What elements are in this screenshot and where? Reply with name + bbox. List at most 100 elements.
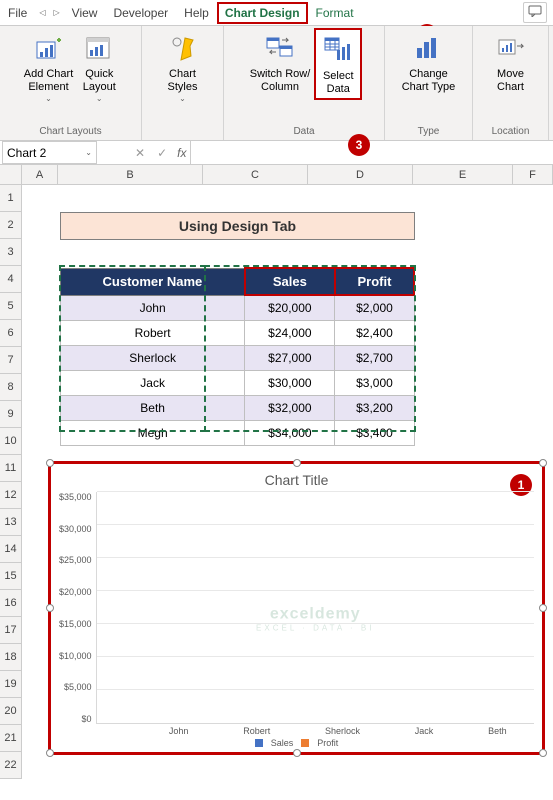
quick-layout-button[interactable]: Quick Layout⌄ bbox=[77, 28, 121, 106]
column-headers: A B C D E F bbox=[0, 165, 553, 185]
menu-view[interactable]: View bbox=[64, 2, 106, 24]
resize-handle[interactable] bbox=[293, 749, 301, 757]
menu-file[interactable]: File bbox=[0, 2, 35, 24]
chart-styles-button[interactable]: Chart Styles⌄ bbox=[161, 28, 205, 106]
select-data-button[interactable]: Select Data bbox=[314, 28, 362, 100]
ribbon-group-type: Change Chart Type Type bbox=[385, 26, 473, 140]
row-header[interactable]: 16 bbox=[0, 590, 22, 617]
row-header[interactable]: 11 bbox=[0, 455, 22, 482]
ribbon-group-label-location: Location bbox=[492, 124, 530, 140]
switch-row-column-button[interactable]: Switch Row/ Column bbox=[246, 28, 315, 96]
add-chart-element-button[interactable]: Add Chart Element⌄ bbox=[20, 28, 78, 106]
row-header[interactable]: 4 bbox=[0, 266, 22, 293]
x-axis-label: John bbox=[169, 726, 189, 736]
chart-y-axis: $35,000$30,000$25,000$20,000$15,000$10,0… bbox=[59, 492, 96, 738]
chart-title[interactable]: Chart Title bbox=[59, 472, 534, 488]
ribbon-group-location: Move Chart Location bbox=[473, 26, 549, 140]
ribbon: Add Chart Element⌄ Quick Layout⌄ Chart L… bbox=[0, 26, 553, 141]
row-header[interactable]: 3 bbox=[0, 239, 22, 266]
row-header[interactable]: 17 bbox=[0, 617, 22, 644]
resize-handle[interactable] bbox=[46, 604, 54, 612]
row-header[interactable]: 15 bbox=[0, 563, 22, 590]
menu-developer[interactable]: Developer bbox=[105, 2, 176, 24]
row-header[interactable]: 2 bbox=[0, 212, 22, 239]
move-chart-button[interactable]: Move Chart bbox=[489, 28, 533, 96]
row-header[interactable]: 20 bbox=[0, 698, 22, 725]
chart-legend[interactable]: Sales Profit bbox=[59, 738, 534, 748]
fx-label[interactable]: fx bbox=[173, 146, 190, 160]
row-header[interactable]: 13 bbox=[0, 509, 22, 536]
col-header-c[interactable]: C bbox=[203, 165, 308, 184]
select-all-corner[interactable] bbox=[0, 165, 22, 184]
menu-chart-design[interactable]: Chart Design bbox=[217, 2, 308, 24]
row-header[interactable]: 1 bbox=[0, 185, 22, 212]
chevron-down-icon: ⌄ bbox=[85, 148, 92, 157]
menu-right-chevron[interactable]: ▷ bbox=[50, 8, 64, 17]
row-header[interactable]: 22 bbox=[0, 752, 22, 779]
row-header[interactable]: 10 bbox=[0, 428, 22, 455]
formula-input[interactable] bbox=[190, 141, 553, 164]
enter-formula-button[interactable]: ✓ bbox=[151, 146, 173, 160]
col-header-e[interactable]: E bbox=[413, 165, 513, 184]
legend-label-profit: Profit bbox=[317, 738, 338, 748]
legend-swatch-profit bbox=[301, 739, 309, 747]
row-header[interactable]: 7 bbox=[0, 347, 22, 374]
switch-row-column-icon bbox=[262, 30, 298, 66]
row-header[interactable]: 12 bbox=[0, 482, 22, 509]
marching-ants-names bbox=[60, 266, 205, 431]
marching-ants-values bbox=[205, 266, 415, 431]
quick-layout-icon bbox=[81, 30, 117, 66]
legend-swatch-sales bbox=[255, 739, 263, 747]
row-header[interactable]: 6 bbox=[0, 320, 22, 347]
grid: 1 2 3 4 5 6 7 8 9 10 11 12 13 14 15 16 1… bbox=[0, 185, 553, 779]
ribbon-group-label-type: Type bbox=[418, 124, 440, 140]
x-axis-label: Jack bbox=[415, 726, 434, 736]
row-header[interactable]: 14 bbox=[0, 536, 22, 563]
ribbon-group-label-layouts: Chart Layouts bbox=[39, 124, 101, 140]
chart-plot-area[interactable]: $35,000$30,000$25,000$20,000$15,000$10,0… bbox=[59, 492, 534, 738]
select-data-label: Select Data bbox=[323, 70, 354, 96]
name-box[interactable]: Chart 2 ⌄ bbox=[2, 141, 97, 164]
x-axis-label: Sherlock bbox=[325, 726, 360, 736]
select-data-icon bbox=[320, 32, 356, 68]
resize-handle[interactable] bbox=[539, 459, 547, 467]
chart-object[interactable]: 1 Chart Title $35,000$30,000$25,000$20,0… bbox=[48, 461, 545, 755]
cells-area[interactable]: Using Design Tab Customer Name Sales Pro… bbox=[22, 185, 553, 779]
ribbon-group-data: Switch Row/ Column Select Data Data bbox=[224, 26, 385, 140]
col-header-f[interactable]: F bbox=[513, 165, 553, 184]
row-header[interactable]: 21 bbox=[0, 725, 22, 752]
resize-handle[interactable] bbox=[46, 459, 54, 467]
callout-badge-3: 3 bbox=[348, 134, 370, 156]
comments-button[interactable] bbox=[523, 2, 547, 23]
row-header[interactable]: 19 bbox=[0, 671, 22, 698]
col-header-a[interactable]: A bbox=[22, 165, 58, 184]
ribbon-group-chart-layouts: Add Chart Element⌄ Quick Layout⌄ Chart L… bbox=[0, 26, 142, 140]
legend-label-sales: Sales bbox=[271, 738, 294, 748]
name-box-value: Chart 2 bbox=[7, 146, 46, 160]
change-chart-type-button[interactable]: Change Chart Type bbox=[398, 28, 460, 96]
col-header-d[interactable]: D bbox=[308, 165, 413, 184]
row-header[interactable]: 18 bbox=[0, 644, 22, 671]
resize-handle[interactable] bbox=[539, 749, 547, 757]
menu-help[interactable]: Help bbox=[176, 2, 217, 24]
table-title: Using Design Tab bbox=[60, 212, 415, 240]
add-chart-element-label: Add Chart Element bbox=[24, 68, 74, 94]
resize-handle[interactable] bbox=[293, 459, 301, 467]
x-axis-label: Beth bbox=[488, 726, 507, 736]
row-header[interactable]: 8 bbox=[0, 374, 22, 401]
chart-styles-icon bbox=[165, 30, 201, 66]
ribbon-group-label-data: Data bbox=[293, 124, 314, 140]
menu-left-chevron[interactable]: ◁ bbox=[35, 8, 49, 17]
formula-bar: Chart 2 ⌄ ✕ ✓ fx bbox=[0, 141, 553, 165]
menu-format[interactable]: Format bbox=[308, 2, 362, 24]
row-header[interactable]: 9 bbox=[0, 401, 22, 428]
row-header[interactable]: 5 bbox=[0, 293, 22, 320]
col-header-b[interactable]: B bbox=[58, 165, 203, 184]
switch-row-column-label: Switch Row/ Column bbox=[250, 68, 311, 94]
chart-styles-label: Chart Styles bbox=[168, 68, 198, 94]
resize-handle[interactable] bbox=[539, 604, 547, 612]
cancel-formula-button[interactable]: ✕ bbox=[129, 146, 151, 160]
move-chart-label: Move Chart bbox=[497, 68, 524, 94]
change-chart-type-icon bbox=[410, 30, 446, 66]
resize-handle[interactable] bbox=[46, 749, 54, 757]
